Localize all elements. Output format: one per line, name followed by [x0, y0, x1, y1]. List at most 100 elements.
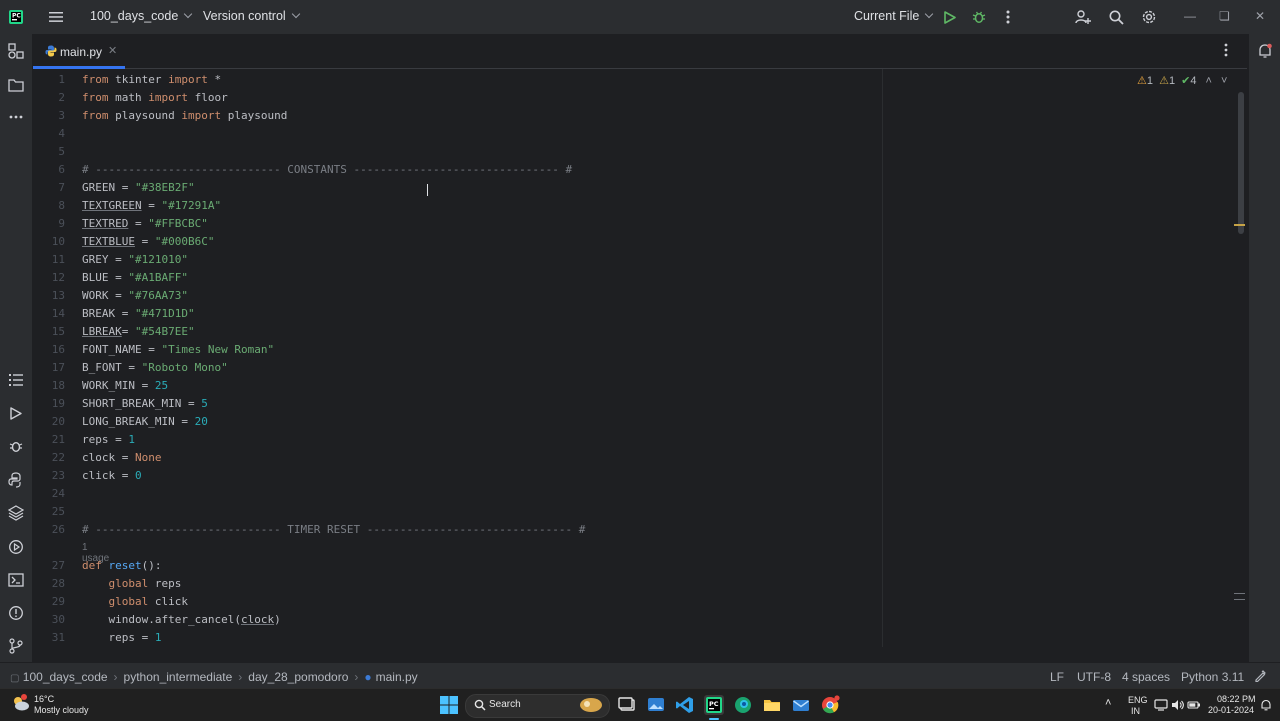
chrome-browser-icon[interactable] [820, 695, 840, 715]
vscode-icon[interactable] [675, 695, 695, 715]
edge-browser-icon[interactable] [733, 695, 753, 715]
file-encoding[interactable]: UTF-8 [1077, 670, 1111, 684]
language-bottom[interactable]: IN [1131, 706, 1140, 716]
weak-warning-count: 1 [1168, 75, 1176, 87]
python-interpreter[interactable]: Python 3.11 [1181, 670, 1244, 684]
network-icon[interactable] [1154, 698, 1168, 715]
chevron-down-icon[interactable]: ˅ [1221, 75, 1227, 87]
notifications-bell-icon[interactable] [1255, 41, 1275, 61]
lock-icon[interactable] [1254, 670, 1266, 685]
volume-icon[interactable] [1171, 698, 1185, 715]
weather-desc: Mostly cloudy [34, 705, 89, 715]
tab-options-icon[interactable] [1224, 43, 1228, 60]
breadcrumb-item[interactable]: day_28_pomodoro [248, 670, 348, 684]
scrollbar-marker[interactable] [1234, 599, 1245, 600]
battery-icon[interactable] [1187, 698, 1201, 715]
mail-icon[interactable] [791, 695, 811, 715]
code-token: = [134, 235, 155, 248]
minimize-window-icon[interactable]: — [1184, 9, 1196, 23]
line-number: 8 [58, 199, 65, 212]
clock-time[interactable]: 08:22 PM [1217, 694, 1256, 704]
project-selector[interactable]: 100_days_code [90, 9, 193, 23]
clock-date[interactable]: 20-01-2024 [1208, 705, 1254, 715]
pycharm-taskbar-icon[interactable]: PC [704, 695, 724, 715]
debug-icon[interactable] [969, 7, 989, 27]
mouse-text-cursor [427, 184, 428, 196]
run-icon[interactable] [940, 7, 960, 27]
layers-icon[interactable] [6, 503, 26, 523]
main-menu-icon[interactable] [46, 7, 66, 27]
code-token: click [148, 595, 188, 608]
notification-center-icon[interactable] [1260, 699, 1272, 714]
code-line: TEXTGREEN = "#17291A" [82, 199, 221, 212]
taskbar-search[interactable]: Search [465, 694, 610, 718]
more-tools-icon[interactable] [6, 107, 26, 127]
code-token: 5 [201, 397, 208, 410]
photos-app-icon[interactable] [646, 695, 666, 715]
scrollbar-marker[interactable] [1234, 593, 1245, 594]
code-token: from [82, 109, 109, 122]
code-token: * [207, 73, 222, 86]
typo-count: 4 [1190, 75, 1197, 87]
line-number: 5 [58, 145, 65, 158]
services-icon[interactable] [6, 537, 26, 557]
code-token: def [82, 559, 102, 572]
project-folder-icon[interactable] [6, 75, 26, 95]
show-hidden-icons-icon[interactable]: ˄ [1105, 697, 1111, 709]
code-token: clock [240, 613, 275, 626]
line-separator[interactable]: LF [1050, 670, 1064, 684]
line-number: 17 [51, 361, 65, 374]
breadcrumb-item[interactable]: 100_days_code [23, 670, 108, 684]
problems-icon[interactable] [6, 603, 26, 623]
code-token: "#000B6C" [154, 235, 215, 248]
todo-list-icon[interactable] [6, 370, 26, 390]
chevron-up-icon[interactable]: ˄ [1206, 75, 1212, 87]
code-token: 25 [154, 379, 169, 392]
code-token: LBREAK [82, 325, 122, 338]
line-number: 13 [51, 289, 65, 302]
pycharm-logo-icon[interactable]: PC [6, 7, 26, 27]
breadcrumb-separator-icon: › [238, 670, 243, 684]
code-comment: # ---------------------------- CONSTANTS… [82, 163, 573, 176]
breadcrumb-item[interactable]: main.py [376, 670, 418, 684]
inspection-widget[interactable]: ⚠1 ⚠1 ✔4 ˄ ˅ [1137, 74, 1227, 87]
code-token: WORK_MIN = [82, 379, 155, 392]
run-tool-icon[interactable] [6, 403, 26, 423]
code-with-me-icon[interactable] [1073, 7, 1093, 27]
title-bar: PC 100_days_code Version control Current… [0, 0, 1280, 35]
file-explorer-icon[interactable] [762, 695, 782, 715]
breadcrumb-item[interactable]: python_intermediate [124, 670, 233, 684]
close-tab-icon[interactable]: ✕ [108, 44, 117, 57]
vertical-scrollbar[interactable] [1238, 92, 1244, 234]
more-actions-icon[interactable] [998, 7, 1018, 27]
search-icon[interactable] [1106, 7, 1126, 27]
settings-gear-icon[interactable] [1139, 7, 1159, 27]
python-file-icon: ● [364, 670, 372, 684]
code-token: reset [101, 559, 142, 572]
structure-icon[interactable] [6, 41, 26, 61]
indent-setting[interactable]: 4 spaces [1122, 670, 1170, 684]
code-token: 1 [154, 631, 162, 644]
right-margin-guide [882, 69, 883, 647]
language-top[interactable]: ENG [1128, 695, 1148, 705]
git-branch-icon[interactable] [6, 636, 26, 656]
code-token: TEXTBLUE [82, 235, 135, 248]
scrollbar-warning-marker[interactable] [1234, 224, 1245, 226]
code-token: "#54B7EE" [135, 325, 195, 338]
code-token: math [108, 91, 149, 104]
line-number: 27 [51, 559, 65, 572]
python-packages-icon[interactable] [6, 470, 26, 490]
maximize-window-icon[interactable]: ❏ [1219, 9, 1230, 23]
tab-main-py[interactable]: main.py ✕ [33, 34, 125, 69]
code-token: "#121010" [128, 253, 188, 266]
weather-icon[interactable] [11, 694, 31, 715]
debug-tool-icon[interactable] [6, 436, 26, 456]
code-line: TEXTRED = "#FFBCBC" [82, 217, 208, 230]
terminal-icon[interactable] [6, 570, 26, 590]
windows-start-icon[interactable] [439, 695, 459, 715]
vcs-selector[interactable]: Version control [203, 9, 300, 23]
run-config-selector[interactable]: Current File [854, 9, 934, 23]
code-token: from [82, 73, 109, 86]
close-window-icon[interactable]: ✕ [1255, 9, 1265, 23]
task-view-icon[interactable] [617, 695, 637, 715]
